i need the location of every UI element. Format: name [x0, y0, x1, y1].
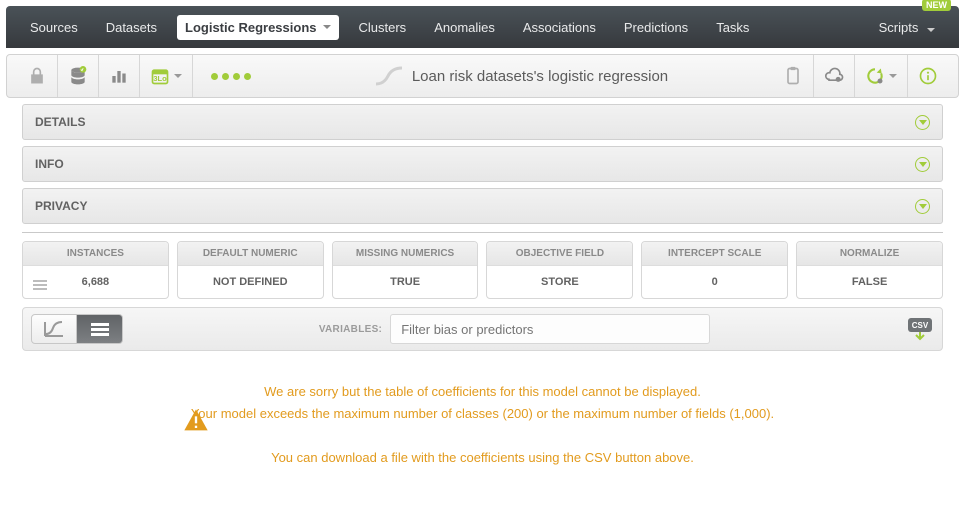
caret-down-icon — [323, 25, 331, 29]
info-button[interactable] — [908, 55, 948, 97]
new-badge: NEW — [922, 0, 951, 11]
stat-intercept-scale-label: INTERCEPT SCALE — [642, 242, 787, 266]
clipboard-icon — [783, 66, 803, 86]
expand-icon — [915, 115, 930, 130]
bar-chart-icon — [109, 66, 129, 86]
status-dot-icon — [222, 73, 229, 80]
list-icon — [33, 278, 47, 292]
expand-icon — [915, 199, 930, 214]
stat-missing-numerics: MISSING NUMERICS TRUE — [332, 241, 479, 299]
stat-normalize-label: NORMALIZE — [797, 242, 942, 266]
divider — [22, 232, 943, 233]
status-dot-icon — [244, 73, 251, 80]
view-toggle — [31, 314, 123, 344]
nav-predictions[interactable]: Predictions — [610, 9, 702, 46]
toolbar: 3Lo Loan risk datasets's logistic regres… — [6, 54, 959, 98]
status-dot-icon — [233, 73, 240, 80]
nav-anomalies[interactable]: Anomalies — [420, 9, 509, 46]
viewbar: VARIABLES: CSV — [22, 307, 943, 351]
status-dots — [193, 55, 269, 97]
dataset-button[interactable] — [58, 55, 99, 97]
section-details[interactable]: DETAILS — [22, 104, 943, 140]
nav-scripts[interactable]: Scripts — [865, 9, 949, 46]
sigmoid-curve-icon — [374, 64, 404, 88]
status-dot-icon — [211, 73, 218, 80]
clipboard-button[interactable] — [773, 55, 814, 97]
stat-instances-label: INSTANCES — [23, 242, 168, 266]
stat-intercept-scale: INTERCEPT SCALE 0 — [641, 241, 788, 299]
chart-button[interactable] — [99, 55, 140, 97]
stat-instances: INSTANCES 6,688 — [22, 241, 169, 299]
stat-missing-numerics-label: MISSING NUMERICS — [333, 242, 478, 266]
stat-intercept-scale-value: 0 — [712, 276, 718, 288]
stat-missing-numerics-value: TRUE — [390, 276, 420, 288]
nav-logistic-regressions[interactable]: Logistic Regressions — [177, 15, 338, 40]
warning-line-2: Your model exceeds the maximum number of… — [22, 403, 943, 425]
nav-datasets[interactable]: Datasets — [92, 9, 171, 46]
stat-normalize: NORMALIZE FALSE — [796, 241, 943, 299]
chart-view-button[interactable] — [31, 314, 77, 344]
caret-down-icon — [174, 74, 182, 78]
curve-icon — [43, 320, 65, 338]
cloud-gear-icon — [824, 66, 844, 86]
nav-logistic-label: Logistic Regressions — [185, 20, 316, 35]
section-info[interactable]: INFO — [22, 146, 943, 182]
stat-instances-value: 6,688 — [82, 276, 110, 288]
stat-objective-field-value: STORE — [541, 276, 579, 288]
warning-triangle-icon — [182, 407, 210, 435]
nav-associations[interactable]: Associations — [509, 9, 610, 46]
lock-icon — [27, 66, 47, 86]
info-circle-icon — [918, 66, 938, 86]
caret-down-icon — [927, 28, 935, 32]
lock-button[interactable] — [17, 55, 58, 97]
stat-default-numeric-value: NOT DEFINED — [213, 276, 288, 288]
stat-objective-field: OBJECTIVE FIELD STORE — [486, 241, 633, 299]
section-details-label: DETAILS — [35, 115, 85, 129]
variables-label: VARIABLES: — [319, 324, 382, 335]
filter-input[interactable] — [390, 314, 710, 344]
stat-default-numeric: DEFAULT NUMERIC NOT DEFINED — [177, 241, 324, 299]
page-title: Loan risk datasets's logistic regression — [412, 68, 668, 85]
nav-sources[interactable]: Sources — [16, 9, 92, 46]
calendar-icon: 3Lo — [150, 66, 170, 86]
expand-icon — [915, 157, 930, 172]
stats-row: INSTANCES 6,688 DEFAULT NUMERIC NOT DEFI… — [22, 241, 943, 299]
nav-tasks[interactable]: Tasks — [702, 9, 763, 46]
svg-text:3Lo: 3Lo — [153, 74, 167, 83]
warning-line-1: We are sorry but the table of coefficien… — [22, 381, 943, 403]
title-area: Loan risk datasets's logistic regression — [269, 64, 773, 88]
nav-clusters[interactable]: Clusters — [345, 9, 421, 46]
hamburger-icon — [91, 321, 109, 338]
refresh-button[interactable] — [855, 55, 908, 97]
section-privacy-label: PRIVACY — [35, 199, 87, 213]
warning-line-3: You can download a file with the coeffic… — [22, 447, 943, 469]
top-nav: NEW Sources Datasets Logistic Regression… — [6, 6, 959, 48]
refresh-icon — [865, 66, 885, 86]
list-view-button[interactable] — [77, 314, 123, 344]
section-info-label: INFO — [35, 157, 64, 171]
svg-text:CSV: CSV — [912, 321, 929, 330]
stat-normalize-value: FALSE — [852, 276, 887, 288]
database-icon — [68, 66, 88, 86]
stat-default-numeric-label: DEFAULT NUMERIC — [178, 242, 323, 266]
nav-scripts-label: Scripts — [879, 20, 919, 35]
section-privacy[interactable]: PRIVACY — [22, 188, 943, 224]
stat-objective-field-label: OBJECTIVE FIELD — [487, 242, 632, 266]
calendar-button[interactable]: 3Lo — [140, 55, 193, 97]
csv-download-button[interactable]: CSV — [906, 317, 934, 341]
caret-down-icon — [889, 74, 897, 78]
cloud-button[interactable] — [814, 55, 855, 97]
warning-message: We are sorry but the table of coefficien… — [22, 381, 943, 469]
